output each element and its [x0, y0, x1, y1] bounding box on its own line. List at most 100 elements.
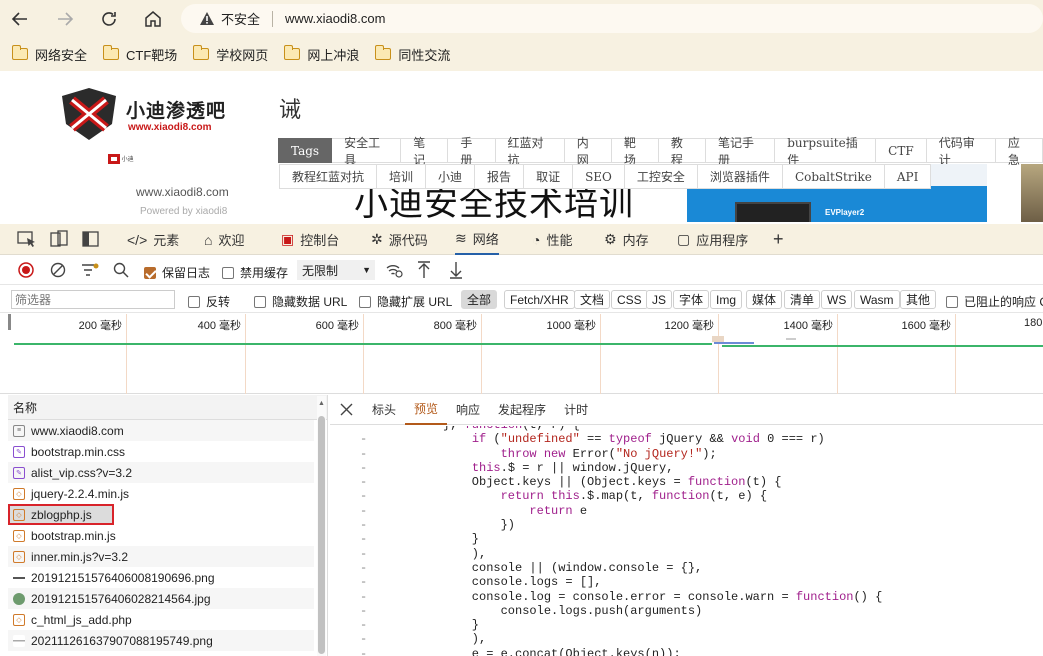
tab-memory[interactable]: ⚙ 内存: [604, 224, 649, 255]
tab-performance[interactable]: ◔ 性能: [532, 224, 572, 255]
filter-type-other[interactable]: 其他: [900, 290, 937, 309]
request-row[interactable]: ≡ www.xiaodi8.com: [8, 420, 314, 441]
device-toolbar-icon[interactable]: [49, 230, 69, 248]
add-tab-button[interactable]: +: [773, 224, 784, 255]
filter-type-all[interactable]: 全部: [461, 290, 498, 309]
tab-welcome[interactable]: ⌂ 欢迎: [204, 224, 244, 255]
timeline-handle[interactable]: [8, 314, 11, 330]
nav-tab[interactable]: 应急: [995, 136, 1043, 167]
request-row[interactable]: ✎ alist_vip.css?v=3.2: [8, 462, 314, 483]
hide-ext-url-checkbox[interactable]: 隐藏扩展 URL: [359, 293, 452, 310]
detail-tab-response[interactable]: 响应: [447, 395, 489, 425]
checkbox-unchecked[interactable]: [188, 295, 200, 308]
detail-tab-timing[interactable]: 计时: [555, 395, 597, 425]
nav-tab[interactable]: 笔记: [401, 136, 449, 167]
throttle-select[interactable]: 无限制 ▼: [297, 260, 375, 280]
scrollbar-thumb[interactable]: [318, 416, 325, 654]
site-logo[interactable]: 小迪渗透吧 www.xiaodi8.com: [58, 86, 228, 146]
search-icon[interactable]: [113, 262, 129, 278]
nav-tab[interactable]: 红蓝对抗: [495, 136, 565, 167]
address-bar[interactable]: 不安全 www.xiaodi8.com: [181, 4, 1043, 33]
filter-type-manifest[interactable]: 清单: [784, 290, 821, 309]
nav-tab[interactable]: 教程红蓝对抗: [279, 164, 378, 189]
url-text[interactable]: www.xiaodi8.com: [285, 11, 385, 26]
nav-tab[interactable]: SEO: [573, 164, 625, 189]
nav-tab[interactable]: 笔记手册: [706, 136, 776, 167]
request-row[interactable]: 20211126163790708819574​9.png: [8, 630, 314, 651]
detail-tab-initiator[interactable]: 发起程序: [489, 395, 555, 425]
hide-data-url-checkbox[interactable]: 隐藏数据 URL: [254, 293, 347, 310]
requests-header[interactable]: 名称: [8, 395, 327, 420]
requests-scrollbar[interactable]: ▲: [317, 396, 326, 656]
nav-tab[interactable]: 培训: [377, 164, 427, 189]
forward-button[interactable]: [52, 6, 78, 32]
nav-tab[interactable]: 报告: [475, 164, 525, 189]
filter-type-css[interactable]: CSS: [611, 290, 648, 309]
filter-type-font[interactable]: 字体: [673, 290, 710, 309]
invert-checkbox[interactable]: 反转: [188, 293, 230, 310]
nav-tab[interactable]: 浏览器插件: [697, 164, 783, 189]
nav-tab[interactable]: 工控安全: [624, 164, 698, 189]
tab-application[interactable]: ▢ 应用程序: [677, 224, 748, 255]
filter-icon[interactable]: [81, 262, 99, 278]
checkbox-unchecked[interactable]: [254, 295, 266, 308]
clear-icon[interactable]: [50, 262, 66, 278]
detail-tab-preview[interactable]: 预览: [405, 395, 448, 425]
request-row-selected[interactable]: ◇ zblogphp.js: [8, 504, 114, 525]
disable-cache-checkbox[interactable]: 禁用缓存: [222, 264, 288, 281]
nav-tab[interactable]: 取证: [524, 164, 574, 189]
request-row[interactable]: ◇ inner.min.js?v=3.2: [8, 546, 314, 567]
nav-tab[interactable]: 内网: [564, 136, 612, 167]
dock-side-icon[interactable]: [81, 230, 101, 248]
filter-type-media[interactable]: 媒体: [746, 290, 783, 309]
tab-network[interactable]: ≋ 网络: [455, 224, 499, 255]
security-label[interactable]: 不安全: [221, 9, 260, 28]
nav-tab[interactable]: 代码审计: [926, 136, 996, 167]
detail-tab-headers[interactable]: 标头: [363, 395, 405, 425]
filter-type-wasm[interactable]: Wasm: [854, 290, 900, 309]
checkbox-unchecked[interactable]: [359, 295, 371, 308]
record-icon[interactable]: [18, 262, 34, 278]
nav-tab[interactable]: 手册: [448, 136, 496, 167]
bookmark-folder[interactable]: 网上冲浪: [284, 45, 359, 64]
filter-type-js[interactable]: JS: [646, 290, 673, 309]
nav-tab[interactable]: API: [884, 164, 932, 189]
request-row[interactable]: ✎ bootstrap.min.css: [8, 441, 314, 462]
import-har-icon[interactable]: [416, 261, 432, 279]
request-row[interactable]: 20191215157640602821456​4.jpg: [8, 588, 314, 609]
bookmark-folder[interactable]: CTF靶场: [103, 45, 177, 64]
nav-tab[interactable]: 安全工具: [332, 136, 402, 167]
inspect-icon[interactable]: [17, 230, 37, 248]
side-image[interactable]: [1021, 164, 1043, 222]
request-row[interactable]: ◇ bootstrap.min.js: [8, 525, 314, 546]
nav-tab[interactable]: 小迪: [426, 164, 476, 189]
filter-type-fetch[interactable]: Fetch/XHR: [504, 290, 575, 309]
bookmark-folder[interactable]: 网络安全: [12, 45, 87, 64]
tab-console[interactable]: ▣ 控制台: [281, 224, 339, 255]
nav-tab[interactable]: CobaltStrike: [782, 164, 885, 189]
nav-tab[interactable]: CTF: [876, 138, 927, 163]
network-timeline[interactable]: 200 毫秒 400 毫秒 600 毫秒 800 毫秒 1000 毫秒 1200…: [0, 314, 1043, 394]
checkbox-unchecked[interactable]: [946, 295, 958, 308]
filter-type-doc[interactable]: 文档: [574, 290, 611, 309]
scroll-up-icon[interactable]: ▲: [318, 400, 325, 407]
nav-tab[interactable]: 教程: [658, 136, 707, 167]
back-button[interactable]: [7, 6, 33, 32]
export-har-icon[interactable]: [448, 261, 464, 279]
preserve-log-checkbox[interactable]: 保留日志: [144, 264, 210, 281]
nav-tab[interactable]: Tags: [278, 138, 333, 163]
request-row[interactable]: ◇ jquery-2.2.4.min.js: [8, 483, 314, 504]
bookmark-folder[interactable]: 同性交流: [375, 45, 450, 64]
network-conditions-icon[interactable]: [385, 262, 403, 278]
request-row[interactable]: 20191215157640600819069​6.png: [8, 567, 314, 588]
nav-tab[interactable]: burpsuite插件: [775, 136, 877, 167]
bookmark-folder[interactable]: 学校网页: [193, 45, 268, 64]
code-preview[interactable]: -}, function(t, r) {- if ("undefined" ==…: [330, 426, 1043, 656]
filter-input[interactable]: [11, 290, 175, 309]
filter-type-img[interactable]: Img: [710, 290, 743, 309]
blocked-response-checkbox[interactable]: 已阻止的响应 C: [946, 293, 1043, 310]
refresh-button[interactable]: [96, 6, 122, 32]
request-row[interactable]: ◇ c_html_js_add.php: [8, 609, 314, 630]
checkbox-checked[interactable]: [144, 266, 156, 279]
checkbox-unchecked[interactable]: [222, 266, 234, 279]
